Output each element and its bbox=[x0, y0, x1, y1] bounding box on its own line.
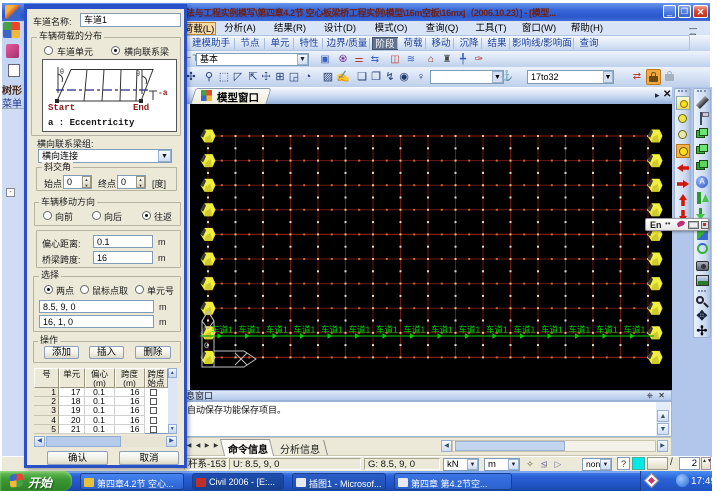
svg-text:车道1: 车道1 bbox=[294, 325, 316, 335]
svg-text:车道1: 车道1 bbox=[486, 325, 508, 335]
svg-text:车道1: 车道1 bbox=[596, 325, 618, 335]
svg-text:a : Eccentricity: a : Eccentricity bbox=[48, 118, 135, 128]
svg-text:Start: Start bbox=[48, 103, 75, 113]
svg-text:车道1: 车道1 bbox=[404, 325, 426, 335]
svg-text:车道1: 车道1 bbox=[431, 325, 453, 335]
svg-text:车道1: 车道1 bbox=[321, 325, 343, 335]
svg-text:车道1: 车道1 bbox=[376, 325, 398, 335]
svg-text:车道1: 车道1 bbox=[624, 325, 646, 335]
svg-text:θ: θ bbox=[60, 69, 64, 76]
svg-text:车道1: 车道1 bbox=[514, 325, 536, 335]
svg-text:车道1: 车道1 bbox=[569, 325, 591, 335]
svg-text:End: End bbox=[133, 103, 149, 113]
svg-text:θ: θ bbox=[136, 71, 140, 78]
svg-text:车道1: 车道1 bbox=[459, 325, 481, 335]
svg-text:G: G bbox=[204, 342, 209, 351]
svg-text:-a: -a bbox=[158, 89, 168, 98]
svg-text:车道1: 车道1 bbox=[349, 325, 371, 335]
svg-text:车道1: 车道1 bbox=[541, 325, 563, 335]
svg-text:车道1: 车道1 bbox=[239, 325, 261, 335]
svg-text:车道1: 车道1 bbox=[266, 325, 288, 335]
